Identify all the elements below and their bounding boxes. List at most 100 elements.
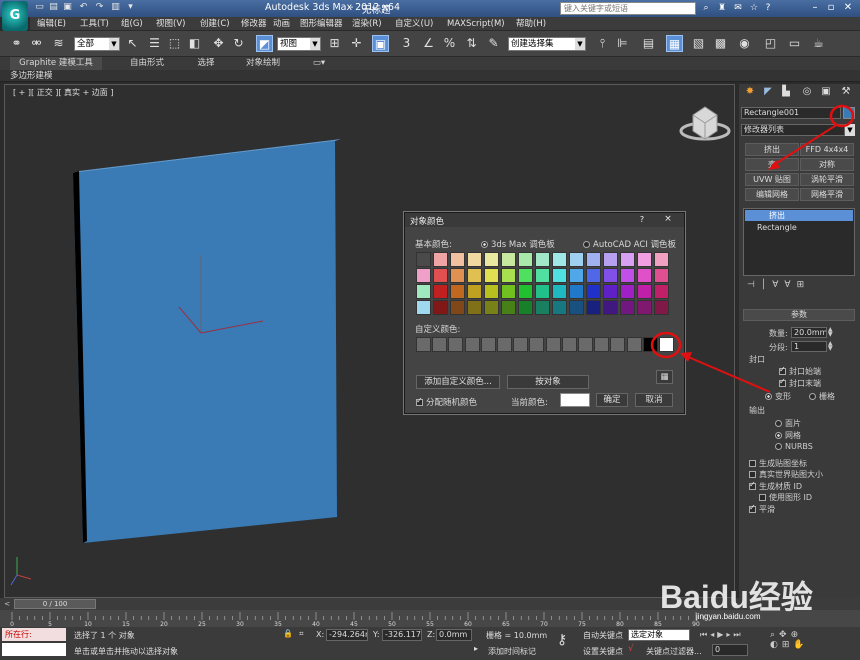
selection-filter-dropdown[interactable]: 全部 ▼	[74, 37, 120, 51]
menu-tools[interactable]: 工具(T)	[80, 17, 109, 31]
color-swatch[interactable]	[586, 252, 601, 267]
color-swatch[interactable]	[501, 284, 516, 299]
gen-matid-checkbox[interactable]: 生成材质 ID	[749, 480, 802, 492]
auto-key-button[interactable]: 自动关键点	[583, 630, 623, 641]
playback-controls[interactable]: ⏮◂▶▸⏭	[700, 630, 770, 641]
cap-end-checkbox[interactable]: 封口末端	[779, 377, 821, 389]
custom-color-swatch[interactable]	[610, 337, 626, 352]
custom-color-swatch[interactable]	[497, 337, 512, 352]
color-swatch[interactable]	[518, 284, 533, 299]
color-selector-icon[interactable]: ▦	[656, 370, 673, 384]
color-swatch[interactable]	[637, 284, 652, 299]
tab-graphite-modeling[interactable]: Graphite 建模工具	[10, 57, 102, 70]
percent-snap-icon[interactable]: %	[441, 35, 458, 52]
tab-selection[interactable]: 选择	[186, 57, 226, 70]
assign-random-checkbox[interactable]: 分配随机颜色	[416, 396, 477, 408]
time-slider-thumb[interactable]: 0 / 100	[14, 599, 96, 609]
color-swatch[interactable]	[467, 300, 482, 315]
color-swatch[interactable]	[484, 284, 499, 299]
favorites-icon[interactable]: ☆	[748, 2, 760, 14]
edit-mesh-modifier-button[interactable]: 编辑网格	[745, 188, 799, 201]
color-swatch[interactable]	[569, 268, 584, 283]
add-time-tag[interactable]: 添加时间标记	[488, 646, 536, 657]
modify-tab-icon[interactable]: ◤	[761, 86, 775, 100]
add-custom-color-button[interactable]: 添加自定义颜色...	[416, 375, 500, 389]
chevron-left-icon[interactable]: <	[2, 599, 12, 609]
color-swatch[interactable]	[518, 268, 533, 283]
amount-spinner-icon[interactable]: ▲ ▼	[828, 327, 834, 338]
schematic-view-icon[interactable]: ▩	[712, 35, 729, 52]
gen-coords-checkbox[interactable]: 生成贴图坐标	[749, 458, 807, 469]
menu-rendering[interactable]: 渲染(R)	[352, 17, 382, 31]
menu-customize[interactable]: 自定义(U)	[395, 17, 433, 31]
menu-group[interactable]: 组(G)	[121, 17, 143, 31]
keyboard-shortcut-override-icon[interactable]: ▣	[372, 35, 389, 52]
custom-color-swatch[interactable]	[513, 337, 529, 352]
smooth-checkbox[interactable]: 平滑	[749, 503, 775, 515]
color-swatch[interactable]	[552, 284, 567, 299]
color-swatch[interactable]	[637, 268, 652, 283]
select-link-icon[interactable]: ⚭	[8, 35, 25, 52]
ribbon-options-icon[interactable]: ▭▾	[308, 57, 330, 70]
angle-snap-icon[interactable]: ∠	[420, 35, 437, 52]
maxscript-input[interactable]	[2, 643, 66, 656]
snaps-toggle-icon[interactable]: 3	[398, 35, 415, 52]
custom-color-swatch[interactable]	[545, 337, 561, 352]
color-swatch[interactable]	[552, 268, 567, 283]
color-swatch[interactable]	[467, 268, 482, 283]
stack-tools-icons[interactable]: ⊣│∀∀⊞	[747, 280, 851, 294]
select-by-name-icon[interactable]: ☰	[146, 35, 163, 52]
communication-icon[interactable]: ✉	[732, 2, 744, 14]
custom-color-swatch[interactable]	[659, 337, 674, 352]
output-patch-radio[interactable]: 面片	[775, 418, 801, 429]
menu-animation[interactable]: 动画	[273, 17, 290, 31]
custom-color-swatch[interactable]	[594, 337, 610, 352]
color-swatch[interactable]	[501, 268, 516, 283]
grid-radio[interactable]: 栅格	[809, 391, 835, 402]
stack-item-extrude[interactable]: 挤出	[745, 210, 853, 221]
color-swatch[interactable]	[416, 300, 431, 315]
custom-color-swatch[interactable]	[578, 337, 593, 352]
curve-editor-icon[interactable]: ▧	[690, 35, 707, 52]
key-icon[interactable]: ⚷	[557, 632, 577, 652]
custom-color-swatch[interactable]	[416, 337, 431, 352]
rendered-frame-window-icon[interactable]: ▭	[786, 35, 803, 52]
bind-space-warp-icon[interactable]: ≋	[50, 35, 67, 52]
uvw-map-modifier-button[interactable]: UVW 贴图	[745, 173, 799, 186]
color-swatch[interactable]	[620, 252, 635, 267]
color-swatch[interactable]	[552, 300, 567, 315]
color-swatch[interactable]	[416, 284, 431, 299]
color-swatch[interactable]	[450, 268, 465, 283]
open-file-icon[interactable]: ▤	[48, 2, 59, 13]
color-swatch[interactable]	[569, 284, 584, 299]
cancel-button[interactable]: 取消	[635, 393, 673, 407]
turbosmooth-modifier-button[interactable]: 涡轮平滑	[800, 173, 854, 186]
chevron-down-icon[interactable]: ▼	[845, 124, 855, 136]
time-tag-icon[interactable]: ▸	[474, 644, 484, 654]
select-move-icon[interactable]: ✥	[210, 35, 227, 52]
spinner-snap-icon[interactable]: ⇅	[463, 35, 480, 52]
color-swatch[interactable]	[586, 268, 601, 283]
absolute-mode-icon[interactable]: ⌗	[299, 629, 309, 639]
color-swatch[interactable]	[654, 252, 669, 267]
color-swatch[interactable]	[569, 252, 584, 267]
ffd-modifier-button[interactable]: FFD 4x4x4	[800, 143, 854, 156]
color-swatch[interactable]	[552, 252, 567, 267]
project-folder-icon[interactable]: ▥	[110, 2, 121, 13]
new-file-icon[interactable]: ▭	[34, 2, 45, 13]
dialog-close-button[interactable]: ×	[659, 214, 677, 225]
create-tab-icon[interactable]: ✸	[743, 86, 757, 100]
menu-create[interactable]: 创建(C)	[200, 17, 230, 31]
color-swatch[interactable]	[569, 300, 584, 315]
binoculars-icon[interactable]: ⌕	[700, 2, 712, 14]
output-mesh-radio[interactable]: 网格	[775, 430, 801, 441]
output-nurbs-radio[interactable]: NURBS	[775, 442, 813, 451]
color-swatch[interactable]	[433, 268, 448, 283]
color-swatch[interactable]	[433, 300, 448, 315]
custom-color-swatch[interactable]	[432, 337, 448, 352]
menu-help[interactable]: 帮助(H)	[516, 17, 546, 31]
color-swatch[interactable]	[654, 284, 669, 299]
selected-dropdown[interactable]: 选定对象	[628, 629, 690, 641]
color-swatch[interactable]	[586, 300, 601, 315]
tab-freeform[interactable]: 自由形式	[112, 57, 182, 70]
